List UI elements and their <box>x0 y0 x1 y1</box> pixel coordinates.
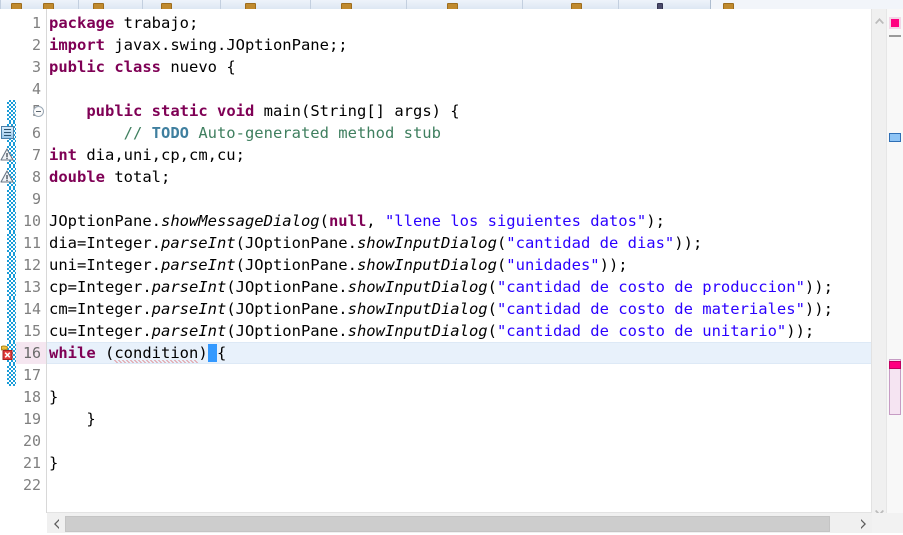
quick-diff-segment-line-17 <box>7 364 16 386</box>
code-line-6[interactable]: // TODO Auto-generated method stub <box>49 122 441 144</box>
overview-task-marker[interactable] <box>889 133 901 142</box>
line-number-ruler[interactable]: 1 2 3 4 5 6 7 8 9 10 11 12 13 14 15 16 17 18 19 20 21 22 <box>16 9 47 513</box>
overview-error-marker[interactable] <box>889 361 901 369</box>
line-number-5[interactable]: 5 <box>32 100 41 122</box>
line-number-15[interactable]: 15 <box>23 320 41 342</box>
code-line-7[interactable]: int dia,uni,cp,cm,cu; <box>49 144 245 166</box>
line-number-14[interactable]: 14 <box>23 298 41 320</box>
toolbar-group-1[interactable] <box>0 0 80 9</box>
line-number-9[interactable]: 9 <box>32 188 41 210</box>
quick-diff-segment-line-11 <box>7 232 16 254</box>
line-number-18[interactable]: 18 <box>23 386 41 408</box>
line-number-8[interactable]: 8 <box>32 166 41 188</box>
quick-diff-segment-line-10 <box>7 210 16 232</box>
quick-diff-segment-line-12 <box>7 254 16 276</box>
overview-ruler[interactable] <box>886 9 903 535</box>
quick-diff-segment-line-9 <box>7 188 16 210</box>
line-number-16[interactable]: 16 <box>23 342 41 364</box>
code-line-8[interactable]: double total; <box>49 166 170 188</box>
code-editor[interactable]: 1 2 3 4 5 6 7 8 9 10 11 12 13 14 15 16 17 18 19 20 21 22 pack… <box>0 9 903 535</box>
line-number-10[interactable]: 10 <box>23 210 41 232</box>
line-number-22[interactable]: 22 <box>23 474 41 496</box>
code-line-21[interactable]: } <box>49 452 58 474</box>
line-number-21[interactable]: 21 <box>23 452 41 474</box>
code-line-16[interactable]: while (condition) { <box>49 342 226 364</box>
code-line-18[interactable]: } <box>49 386 58 408</box>
quick-diff-change-bar <box>7 9 16 513</box>
horizontal-scrollbar-thumb[interactable] <box>65 516 830 532</box>
line-number-2[interactable]: 2 <box>32 34 41 56</box>
quick-diff-segment-line-14 <box>7 298 16 320</box>
toolbar-group-4[interactable] <box>220 0 312 9</box>
code-line-10[interactable]: JOptionPane.showMessageDialog(null, "lle… <box>49 210 665 232</box>
scroll-up-arrow-icon[interactable] <box>872 15 887 31</box>
line-number-13[interactable]: 13 <box>23 276 41 298</box>
line-number-4[interactable]: 4 <box>32 78 41 100</box>
overview-separator[interactable] <box>889 35 901 37</box>
line-number-7[interactable]: 7 <box>32 144 41 166</box>
toolbar-perspective-bar[interactable] <box>710 0 903 9</box>
scroll-left-arrow-icon[interactable] <box>47 513 64 535</box>
line-number-3[interactable]: 3 <box>32 56 41 78</box>
quick-diff-segment-line-6 <box>7 122 16 144</box>
line-number-19[interactable]: 19 <box>23 408 41 430</box>
line-number-1[interactable]: 1 <box>32 12 41 34</box>
scrollbar-corner-left <box>0 513 48 535</box>
toolbar-group-3[interactable] <box>142 0 222 9</box>
toolbar-group-7[interactable] <box>522 0 620 9</box>
code-line-13[interactable]: cp=Integer.parseInt(JOptionPane.showInpu… <box>49 276 833 298</box>
code-line-14[interactable]: cm=Integer.parseInt(JOptionPane.showInpu… <box>49 298 833 320</box>
code-line-12[interactable]: uni=Integer.parseInt(JOptionPane.showInp… <box>49 254 628 276</box>
quick-diff-segment-line-7 <box>7 144 16 166</box>
line-number-12[interactable]: 12 <box>23 254 41 276</box>
vertical-scrollbar[interactable] <box>871 9 887 535</box>
quick-diff-segment-line-13 <box>7 276 16 298</box>
horizontal-scrollbar[interactable] <box>47 512 872 535</box>
quick-diff-segment-line-5 <box>7 100 16 122</box>
code-line-11[interactable]: dia=Integer.parseInt(JOptionPane.showInp… <box>49 232 702 254</box>
quick-diff-segment-line-15 <box>7 320 16 342</box>
line-number-6[interactable]: 6 <box>32 122 41 144</box>
code-line-2[interactable]: import javax.swing.JOptionPane;; <box>49 34 348 56</box>
code-viewport[interactable]: package trabajo; import javax.swing.JOpti… <box>47 9 873 513</box>
line-number-20[interactable]: 20 <box>23 430 41 452</box>
toolbar-group-5[interactable] <box>310 0 408 9</box>
code-line-15[interactable]: cu=Integer.parseInt(JOptionPane.showInpu… <box>49 320 814 342</box>
quick-diff-segment-line-8 <box>7 166 16 188</box>
line-number-11[interactable]: 11 <box>23 232 41 254</box>
line-number-17[interactable]: 17 <box>23 364 41 386</box>
scrollbar-corner-right <box>872 513 903 535</box>
code-line-5[interactable]: public static void main(String[] args) { <box>49 100 459 122</box>
quick-diff-segment-line-16 <box>7 342 16 364</box>
code-line-1[interactable]: package trabajo; <box>49 12 198 34</box>
scroll-right-arrow-icon[interactable] <box>855 513 872 535</box>
eclipse-java-editor-window: 1 2 3 4 5 6 7 8 9 10 11 12 13 14 15 16 17 18 19 20 21 22 pack… <box>0 0 903 535</box>
toolbar-group-8[interactable] <box>618 0 712 9</box>
overview-error-marker-top[interactable] <box>889 17 901 29</box>
code-line-3[interactable]: public class nuevo { <box>49 56 236 78</box>
toolbar-group-2[interactable] <box>78 0 144 9</box>
code-line-19[interactable]: } <box>49 408 95 430</box>
toolbar-group-6[interactable] <box>406 0 524 9</box>
